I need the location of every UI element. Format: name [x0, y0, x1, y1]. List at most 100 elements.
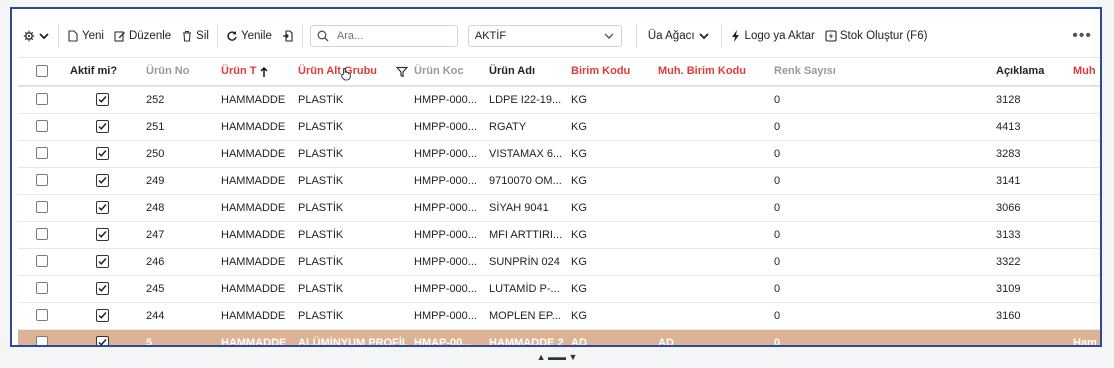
tree-button-label: Üa Ağacı [647, 30, 695, 42]
row-select-checkbox[interactable] [36, 228, 48, 240]
cell-code: HMPP-000... [414, 94, 477, 106]
cell-unit: KG [571, 175, 587, 187]
cell-subgroup: PLASTİK [298, 283, 344, 295]
cell-type: HAMMADDE [221, 121, 286, 133]
table-row[interactable]: 246 HAMMADDE PLASTİK HMPP-000... SUNPRİN 024… [18, 248, 1100, 275]
row-select-checkbox[interactable] [36, 120, 48, 132]
active-checkbox-icon[interactable] [96, 147, 109, 160]
cell-name: SİYAH 9041 [489, 202, 549, 214]
cell-next: Ham [1073, 337, 1097, 347]
table-row[interactable]: 250 HAMMADDE PLASTİK HMPP-000... VISTAMAX 6.… [18, 140, 1100, 167]
new-button-label: Yeni [82, 30, 104, 42]
cell-subgroup: PLASTİK [298, 310, 344, 322]
chevron-down-icon [38, 30, 50, 42]
cell-name: 9710070 OM... [489, 175, 562, 187]
refresh-button[interactable]: Yenile [221, 24, 277, 48]
cell-description: 3128 [996, 94, 1021, 106]
gear-icon [23, 30, 35, 42]
table-row[interactable]: 245 HAMMADDE PLASTİK HMPP-000... LUTAMİD P-.… [18, 275, 1100, 302]
cell-color-count: 0 [774, 121, 781, 133]
more-icon[interactable]: ••• [1064, 27, 1100, 45]
cell-acc-unit [658, 141, 758, 167]
cell-next [1073, 87, 1100, 113]
col-header-no[interactable]: Ürün No [146, 58, 210, 85]
cell-acc-unit [658, 168, 758, 194]
search-input[interactable] [334, 29, 449, 43]
table-row[interactable]: 248 HAMMADDE PLASTİK HMPP-000... SİYAH 9041 K… [18, 194, 1100, 221]
row-select-checkbox[interactable] [36, 255, 48, 267]
search-icon [317, 30, 329, 42]
export-icon [282, 30, 294, 42]
active-checkbox-icon[interactable] [96, 255, 109, 268]
cell-next [1073, 303, 1100, 329]
export-button[interactable] [277, 24, 299, 48]
active-checkbox-icon[interactable] [96, 309, 109, 322]
create-stock-button[interactable]: Stok Oluştur (F6) [820, 24, 933, 48]
cell-no: 248 [146, 202, 165, 214]
active-checkbox-icon[interactable] [96, 228, 109, 241]
row-select-checkbox[interactable] [36, 282, 48, 294]
cell-color-count: 0 [774, 148, 781, 160]
cell-type: HAMMADDE [221, 175, 286, 187]
cell-unit: KG [571, 310, 587, 322]
new-button[interactable]: Yeni [62, 24, 109, 48]
col-header-description[interactable]: Açıklama [996, 58, 1066, 85]
cell-code: HMPP-000... [414, 283, 477, 295]
col-header-code[interactable]: Ürün Koc [414, 58, 466, 85]
col-header-next[interactable]: Muh [1073, 58, 1100, 85]
cell-acc-unit: AD [658, 337, 674, 347]
logo-transfer-button[interactable]: Logo ya Aktar [725, 24, 820, 48]
cell-subgroup: PLASTİK [298, 121, 344, 133]
table-row[interactable]: 252 HAMMADDE PLASTİK HMPP-000... LDPE I22-19… [18, 86, 1100, 113]
table-row[interactable]: 5 HAMMADDE ALÜMİNYUM PROFİL HMAP-00... HAMMA… [18, 329, 1100, 347]
delete-button-label: Sil [196, 30, 209, 42]
cell-code: HMAP-00... [414, 337, 472, 347]
toolbar-divider [301, 24, 303, 48]
sort-up-icon[interactable] [258, 66, 270, 78]
row-select-checkbox[interactable] [36, 93, 48, 105]
edit-button[interactable]: Düzenle [109, 24, 176, 48]
table-row[interactable]: 249 HAMMADDE PLASTİK HMPP-000... 9710070 OM.… [18, 167, 1100, 194]
status-select[interactable]: AKTİF [467, 25, 622, 47]
active-checkbox-icon[interactable] [96, 93, 109, 106]
active-checkbox-icon[interactable] [96, 174, 109, 187]
resize-handle[interactable]: ▲ ▬▬ ▼ [0, 352, 1114, 362]
chevron-down-icon [698, 30, 710, 42]
col-header-color-count[interactable]: Renk Sayısı [774, 58, 864, 85]
tree-button[interactable]: Üa Ağacı [640, 24, 715, 48]
cell-type: HAMMADDE [221, 94, 286, 106]
filter-icon[interactable] [396, 66, 408, 78]
active-checkbox-icon[interactable] [96, 201, 109, 214]
toolbar-divider [720, 24, 722, 48]
col-header-type[interactable]: Ürün T [221, 58, 257, 85]
table-row[interactable]: 247 HAMMADDE PLASTİK HMPP-000... MFI ARTTIRI… [18, 221, 1100, 248]
cell-acc-unit [658, 276, 758, 302]
row-select-checkbox[interactable] [36, 174, 48, 186]
cell-next [1073, 195, 1100, 221]
grid-body: 252 HAMMADDE PLASTİK HMPP-000... LDPE I22-19… [18, 86, 1100, 347]
active-checkbox-icon[interactable] [96, 336, 109, 345]
row-select-checkbox[interactable] [36, 147, 48, 159]
active-checkbox-icon[interactable] [96, 120, 109, 133]
cell-type: HAMMADDE [221, 283, 286, 295]
settings-button[interactable] [18, 24, 55, 48]
search-box[interactable] [309, 25, 458, 47]
table-row[interactable]: 251 HAMMADDE PLASTİK HMPP-000... RGATY KG 0 441… [18, 113, 1100, 140]
cell-subgroup: PLASTİK [298, 175, 344, 187]
col-header-acc-unit-code[interactable]: Muh. Birim Kodu [658, 58, 768, 85]
select-all-checkbox[interactable] [36, 65, 48, 77]
table-row[interactable]: 244 HAMMADDE PLASTİK HMPP-000... MOPLEN EP..… [18, 302, 1100, 329]
delete-button[interactable]: Sil [176, 24, 214, 48]
cell-color-count: 0 [774, 310, 781, 322]
col-header-unit-code[interactable]: Birim Kodu [571, 58, 651, 85]
col-header-name[interactable]: Ürün Adı [489, 58, 559, 85]
cell-description: 3109 [996, 283, 1021, 295]
col-header-active[interactable]: Aktif mi? [70, 58, 140, 85]
row-select-checkbox[interactable] [36, 309, 48, 321]
cell-description: 4413 [996, 121, 1021, 133]
row-select-checkbox[interactable] [36, 336, 48, 345]
active-checkbox-icon[interactable] [96, 282, 109, 295]
row-select-checkbox[interactable] [36, 201, 48, 213]
cell-code: HMPP-000... [414, 148, 477, 160]
cell-no: 250 [146, 148, 165, 160]
